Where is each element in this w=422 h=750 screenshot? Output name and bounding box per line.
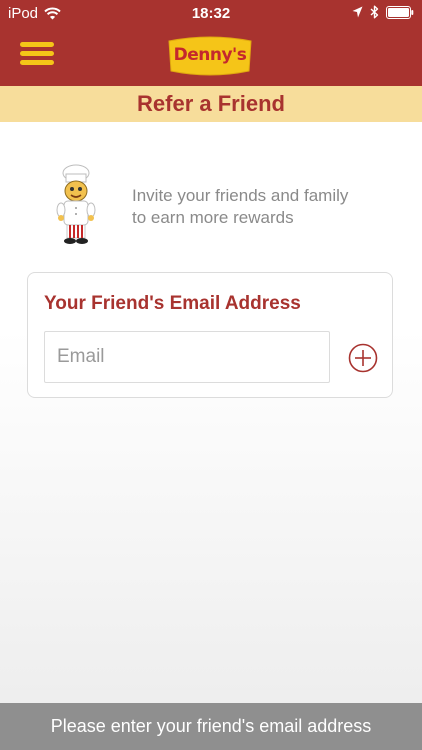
friend-email-card: Your Friend's Email Address [27, 272, 393, 398]
bluetooth-icon [370, 5, 379, 19]
logo-text: Denny's [173, 45, 247, 65]
status-bar: iPod 18:32 [0, 0, 422, 28]
status-indicators [352, 5, 414, 19]
page-title-bar: Refer a Friend [0, 86, 422, 122]
app-header: iPod 18:32 Denny's [0, 0, 422, 86]
add-circle-icon[interactable] [348, 343, 378, 373]
page-title: Refer a Friend [137, 91, 285, 116]
battery-icon [386, 5, 414, 19]
intro-line-1: Invite your friends and family [132, 186, 349, 205]
email-field[interactable] [44, 331, 330, 383]
location-icon [352, 6, 363, 18]
hamburger-menu-icon[interactable] [20, 40, 54, 68]
intro-line-2: to earn more rewards [132, 208, 294, 227]
friend-email-heading: Your Friend's Email Address [44, 293, 301, 314]
chef-mascot-illustration [50, 164, 102, 248]
footer-message: Please enter your friend's email address [50, 716, 372, 736]
app-screen: iPod 18:32 Denny's Refer a Friend Invite… [0, 0, 422, 750]
dennys-logo: Denny's [165, 35, 255, 77]
intro-section: Invite your friends and family to earn m… [0, 160, 422, 250]
intro-text: Invite your friends and family to earn m… [132, 185, 402, 229]
footer-message-bar: Please enter your friend's email address [0, 703, 422, 750]
